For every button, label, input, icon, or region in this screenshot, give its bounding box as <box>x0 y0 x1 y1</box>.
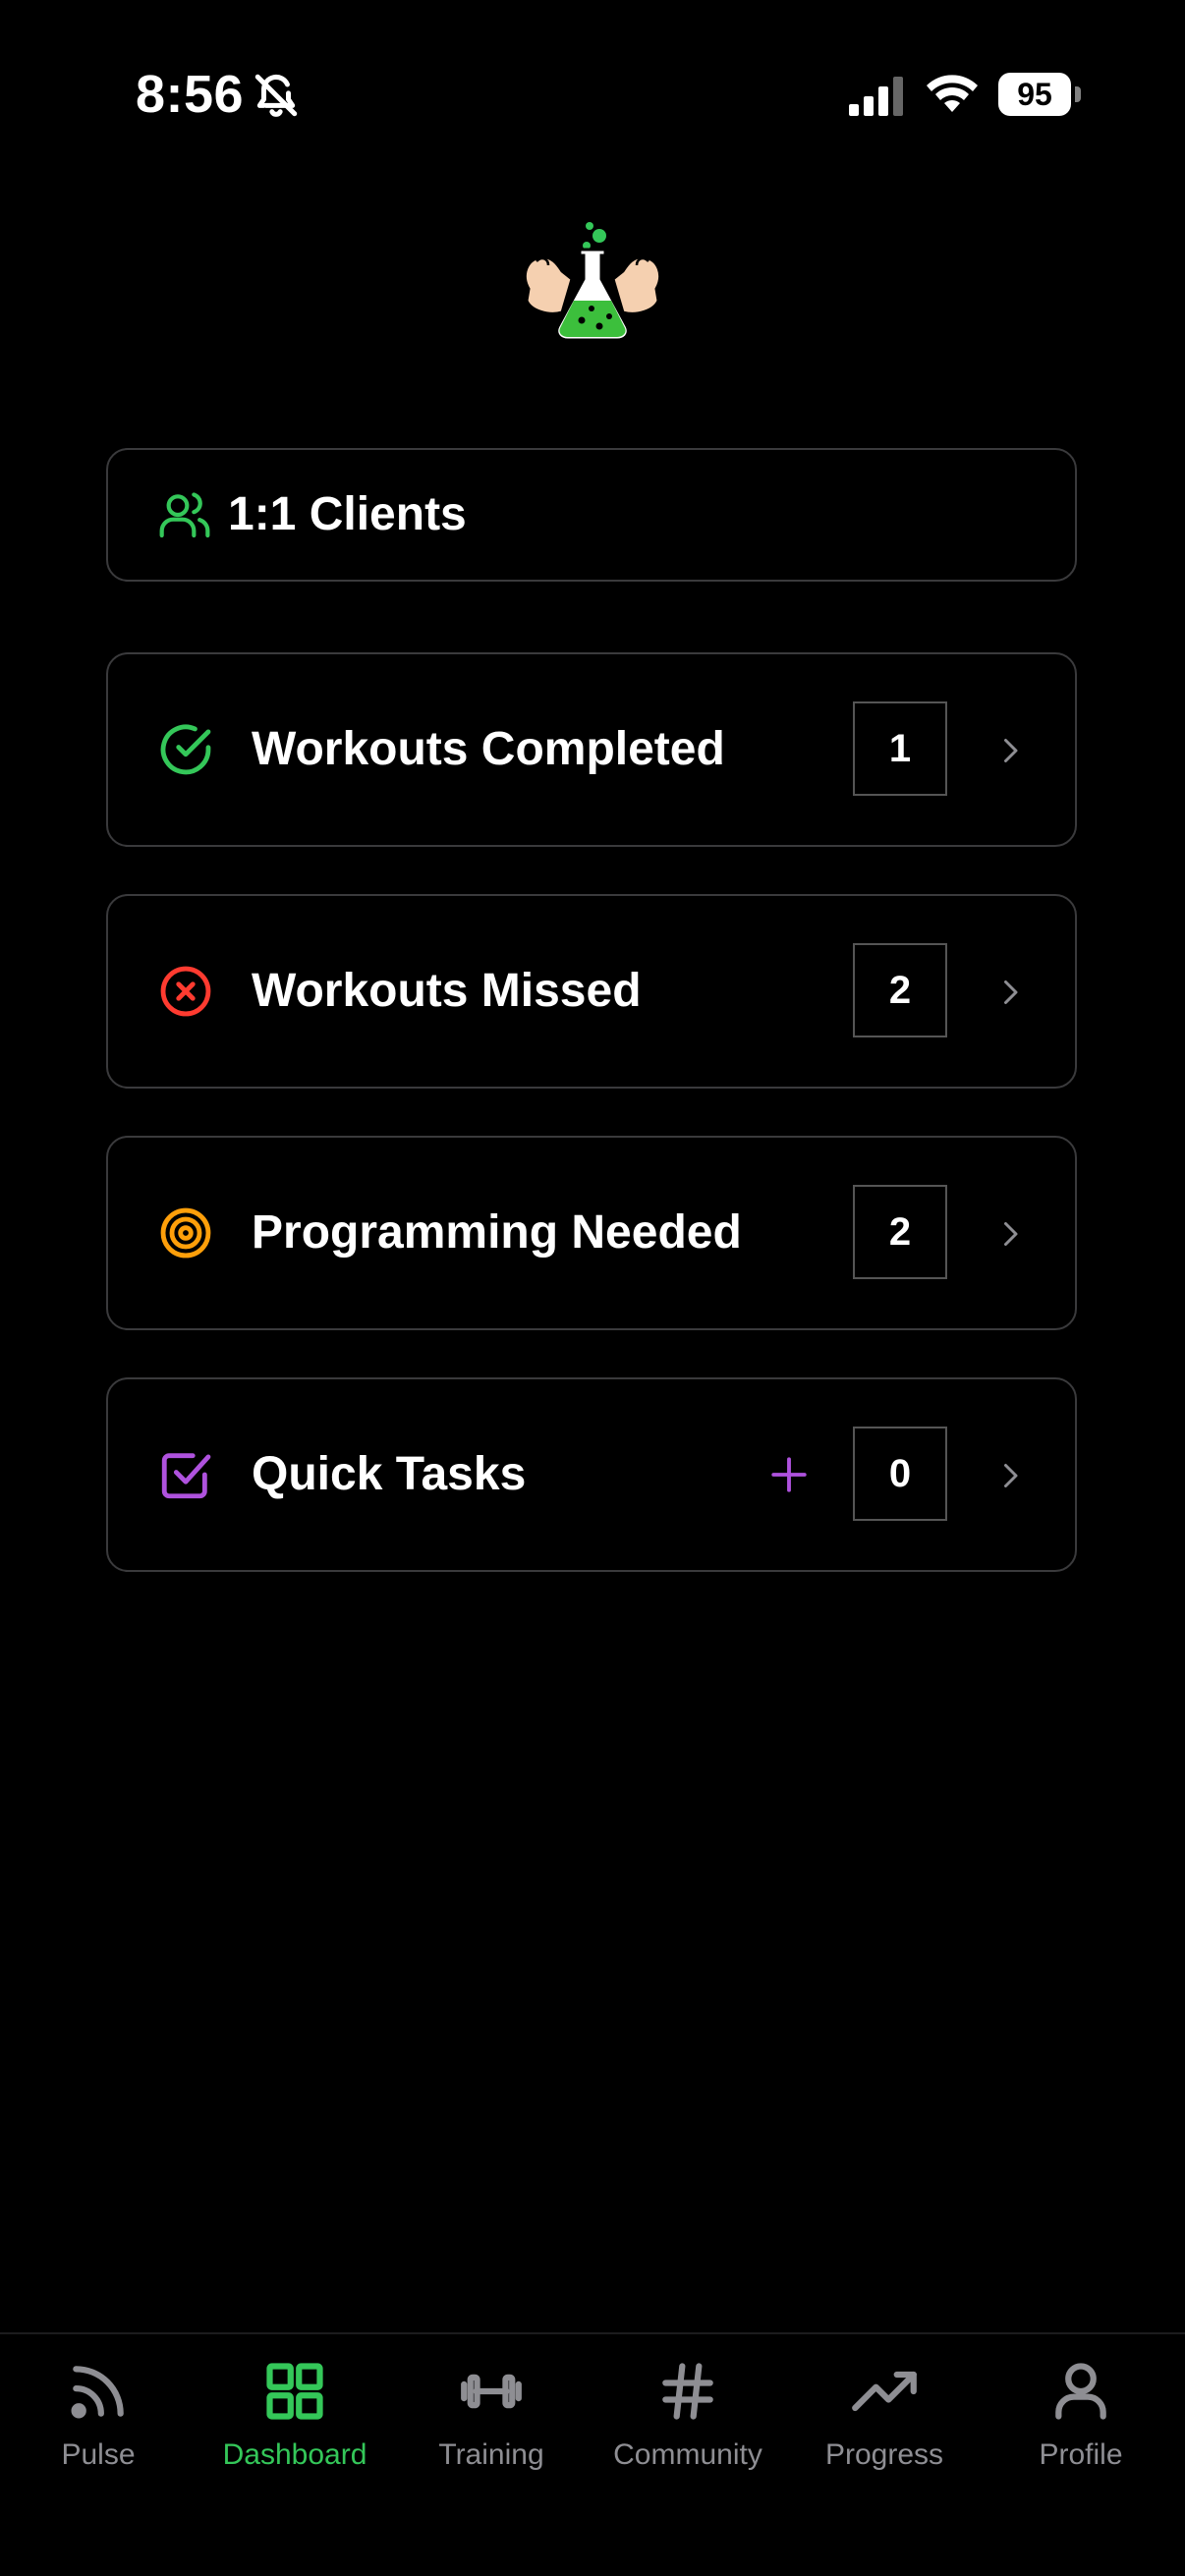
clients-card[interactable]: 1:1 Clients <box>106 448 1077 582</box>
chevron-right-icon <box>1004 980 1018 1004</box>
x-circle-icon <box>160 966 211 1017</box>
status-time: 8:56 <box>136 65 245 124</box>
user-icon <box>1055 2363 1106 2420</box>
chevron-right-icon <box>1004 1222 1018 1246</box>
target-icon <box>160 1207 211 1259</box>
rss-icon <box>71 2366 124 2419</box>
users-icon <box>159 492 210 538</box>
workouts-completed-card[interactable]: Workouts Completed 1 <box>106 652 1077 847</box>
tab-bar: Pulse Dashboard Training Community Progr… <box>0 2332 1185 2576</box>
quick-tasks-count: 0 <box>853 1427 947 1521</box>
tab-profile[interactable]: Profile <box>983 2358 1179 2495</box>
battery-tip <box>1075 86 1081 102</box>
tab-dashboard[interactable]: Dashboard <box>197 2358 393 2495</box>
quick-tasks-card[interactable]: Quick Tasks 0 <box>106 1377 1077 1572</box>
cellular-signal-icon <box>849 77 903 116</box>
grid-icon <box>266 2363 323 2420</box>
programming-needed-card[interactable]: Programming Needed 2 <box>106 1136 1077 1330</box>
workouts-completed-count: 1 <box>853 701 947 796</box>
workouts-completed-label: Workouts Completed <box>252 723 725 775</box>
trending-up-icon <box>852 2371 917 2412</box>
hash-icon <box>662 2363 713 2420</box>
tab-label: Community <box>613 2438 762 2471</box>
wifi-icon <box>927 75 978 112</box>
tab-progress[interactable]: Progress <box>786 2358 983 2495</box>
tab-label: Profile <box>1039 2438 1123 2471</box>
dumbbell-icon <box>461 2374 522 2409</box>
chevron-right-icon <box>1004 1464 1018 1487</box>
tab-label: Training <box>438 2438 544 2471</box>
programming-needed-count: 2 <box>853 1185 947 1279</box>
chevron-right-icon <box>1004 739 1018 762</box>
tab-pulse[interactable]: Pulse <box>0 2358 197 2495</box>
tab-training[interactable]: Training <box>393 2358 590 2495</box>
tab-label: Progress <box>824 2438 944 2471</box>
battery-level: 95 <box>998 73 1071 116</box>
workouts-missed-count: 2 <box>853 943 947 1037</box>
workouts-missed-label: Workouts Missed <box>252 965 642 1017</box>
muscle-flask-logo-icon <box>524 222 661 342</box>
bell-slash-icon <box>254 74 298 117</box>
tab-community[interactable]: Community <box>590 2358 786 2495</box>
check-circle-icon <box>160 724 211 775</box>
clients-title: 1:1 Clients <box>228 488 467 540</box>
status-bar: 8:56 95 <box>0 0 1185 147</box>
workouts-missed-card[interactable]: Workouts Missed 2 <box>106 894 1077 1089</box>
tab-label: Pulse <box>61 2438 136 2471</box>
checkbox-icon <box>161 1453 211 1499</box>
programming-needed-label: Programming Needed <box>252 1206 742 1259</box>
battery-icon: 95 <box>998 73 1081 116</box>
quick-tasks-label: Quick Tasks <box>252 1448 527 1500</box>
plus-icon[interactable] <box>768 1454 810 1495</box>
tab-label: Dashboard <box>222 2438 367 2471</box>
